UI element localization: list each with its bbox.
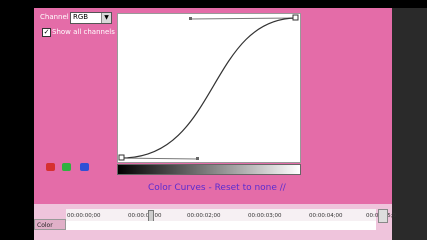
ruler-tick: 00:00:01;00 [128,213,162,219]
show-all-channels-label: Show all channels [52,28,115,36]
chevron-down-icon[interactable]: ▼ [101,13,111,23]
handle-line-start [121,157,199,160]
ruler-tick: 00:00:02;00 [187,213,221,219]
curve-point-start[interactable] [118,154,125,161]
ruler-tick: 00:00:03;00 [248,213,282,219]
channel-green-icon[interactable] [62,163,71,171]
curve-point-end[interactable] [292,14,299,21]
curve-svg [118,14,299,161]
curve-handle-end[interactable] [189,17,192,20]
handle-line-end [189,17,297,20]
caption-text: Color Curves - Reset to none // [148,183,286,193]
channel-label: Channel [40,13,69,21]
channel-value: RGB [73,13,89,21]
track-header[interactable]: Color [34,219,66,230]
show-all-channels-checkbox[interactable]: ✓ [42,28,51,37]
track-lane[interactable] [66,221,376,230]
curve-handle-start[interactable] [196,157,199,160]
side-strip [392,8,427,240]
ruler-tick: 00:00:00;00 [67,213,101,219]
ruler-tick: 00:00:04;00 [309,213,343,219]
curve-graph[interactable] [117,13,301,163]
channel-red-icon[interactable] [46,163,55,171]
channel-blue-icon[interactable] [80,163,89,171]
tone-gradient-bar [117,164,301,175]
timeline-scroll-button[interactable] [378,209,388,223]
curve-path [121,17,297,159]
track-label: Color [37,222,53,229]
channel-select[interactable]: RGB ▼ [70,12,112,24]
